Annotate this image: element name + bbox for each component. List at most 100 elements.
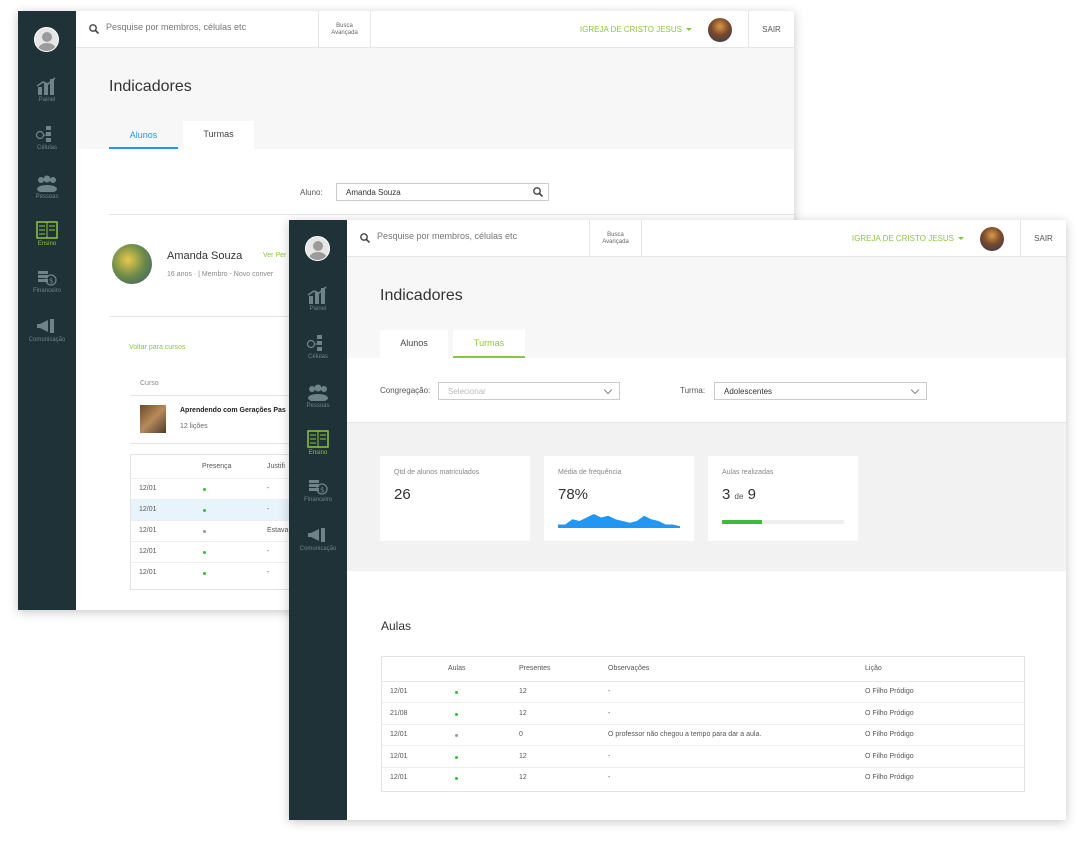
sidebar: Painel Células Pessoas Ensino Financeiro…: [18, 11, 76, 610]
sidebar-item-label: Ensino: [308, 450, 328, 456]
page-title: Indicadores: [109, 78, 192, 95]
justification-cell: Estava: [267, 527, 289, 534]
logout-button[interactable]: SAIR: [748, 11, 794, 48]
people-icon: [37, 175, 57, 192]
sidebar-item-celulas[interactable]: Células: [18, 125, 76, 151]
stat-value: 3 de 9: [722, 486, 756, 503]
page-header: Indicadores Alunos Turmas: [347, 257, 1066, 358]
lesson-dot: [455, 713, 458, 716]
date-cell: 12/01: [139, 527, 157, 534]
licao-cell: O Filho Pródigo: [865, 753, 914, 760]
date-cell: 12/01: [390, 731, 408, 738]
view-profile-link[interactable]: Ver Per: [263, 252, 286, 259]
student-meta: 16 anos · | Membro - Novo conver: [167, 271, 274, 278]
aulas-total: 9: [747, 486, 756, 503]
church-selector[interactable]: IGREJA DE CRISTO JESUS: [580, 25, 692, 34]
stats-panel: Qtd de alunos matriculados 26 Média de f…: [347, 423, 1066, 571]
congregacao-select[interactable]: Selecionar: [438, 382, 620, 400]
observacoes-cell: -: [608, 688, 611, 695]
sidebar-item-label: Ensino: [37, 241, 57, 247]
church-avatar[interactable]: [980, 227, 1004, 251]
table-row[interactable]: 12/01 12 - O Filho Pródigo: [382, 768, 1024, 789]
column-header: Presentes: [519, 665, 551, 672]
sidebar-item-label: Painel: [38, 97, 56, 103]
search-icon[interactable]: [360, 233, 370, 243]
search-input[interactable]: [106, 22, 306, 32]
book-icon: [307, 430, 329, 448]
stat-value: 26: [394, 486, 411, 503]
sidebar-item-financeiro[interactable]: Financeiro: [289, 477, 347, 503]
sidebar-item-label: Células: [307, 354, 328, 360]
church-selector[interactable]: IGREJA DE CRISTO JESUS: [852, 234, 964, 243]
search-icon[interactable]: [89, 24, 99, 34]
people-icon: [308, 384, 328, 401]
frequency-sparkline: [558, 514, 680, 528]
sidebar-item-pessoas[interactable]: Pessoas: [18, 174, 76, 200]
sidebar-item-label: Financeiro: [32, 288, 61, 294]
sidebar-item-label: Células: [36, 145, 57, 151]
date-cell: 12/01: [139, 485, 157, 492]
church-avatar[interactable]: [708, 18, 732, 42]
search-input[interactable]: [377, 231, 577, 241]
table-header-row: Aulas Presentes Observações Lição: [382, 657, 1024, 682]
sidebar-item-ensino[interactable]: Ensino: [18, 221, 76, 247]
observacoes-cell: -: [608, 753, 611, 760]
table-row[interactable]: 12/01 0 O professor não chegou a tempo p…: [382, 725, 1024, 746]
sidebar-item-financeiro[interactable]: Financeiro: [18, 268, 76, 294]
sidebar-item-pessoas[interactable]: Pessoas: [289, 383, 347, 409]
table-row[interactable]: 21/08 12 - O Filho Pródigo: [382, 704, 1024, 725]
front-window: Painel Células Pessoas Ensino Financeiro…: [289, 220, 1066, 820]
stat-label: Média de frequência: [558, 469, 622, 476]
logout-button[interactable]: SAIR: [1020, 220, 1066, 257]
advanced-search-label: Avançada: [331, 30, 358, 36]
column-header: Justifi: [267, 463, 285, 470]
presence-dot: [203, 572, 206, 575]
sidebar-item-comunicacao[interactable]: Comunicação: [18, 317, 76, 343]
observacoes-cell: -: [608, 710, 611, 717]
sidebar-item-painel[interactable]: Painel: [18, 77, 76, 103]
aulas-done: 3: [722, 486, 731, 503]
caret-down-icon: [686, 28, 692, 32]
lessons-table: Aulas Presentes Observações Lição 12/01 …: [381, 656, 1025, 792]
stat-card-frequencia: Média de frequência 78%: [544, 456, 694, 541]
cells-icon: [307, 334, 323, 352]
tab-alunos[interactable]: Alunos: [109, 122, 178, 149]
turma-label: Turma:: [680, 386, 706, 395]
sidebar-item-comunicacao[interactable]: Comunicação: [289, 526, 347, 552]
topbar: Busca Avançada IGREJA DE CRISTO JESUS SA…: [76, 11, 794, 48]
sidebar-item-label: Painel: [309, 306, 327, 312]
advanced-search-label: Busca: [336, 23, 353, 29]
licao-cell: O Filho Pródigo: [865, 710, 914, 717]
sidebar-item-painel[interactable]: Painel: [289, 286, 347, 312]
table-row[interactable]: 12/01 12 - O Filho Pródigo: [382, 747, 1024, 768]
licao-cell: O Filho Pródigo: [865, 688, 914, 695]
user-avatar[interactable]: [34, 27, 59, 52]
aluno-input[interactable]: Amanda Souza: [336, 183, 549, 201]
tab-turmas[interactable]: Turmas: [453, 330, 525, 358]
course-title[interactable]: Aprendendo com Gerações Pas: [180, 407, 286, 414]
tab-alunos[interactable]: Alunos: [380, 330, 448, 358]
course-lessons: 12 lições: [180, 423, 208, 430]
advanced-search-button[interactable]: Busca Avançada: [318, 11, 371, 48]
search-icon: [533, 187, 543, 197]
congregacao-label: Congregação:: [380, 386, 431, 395]
presence-dot: [203, 488, 206, 491]
user-avatar[interactable]: [305, 236, 330, 261]
back-to-courses-link[interactable]: Voltar para cursos: [129, 344, 185, 351]
turma-select[interactable]: Adolescentes: [714, 382, 927, 400]
chevron-down-icon: [603, 385, 613, 395]
stat-label: Qtd de alunos matriculados: [394, 469, 480, 476]
observacoes-cell: O professor não chegou a tempo para dar …: [608, 731, 762, 738]
chart-icon: [307, 286, 327, 304]
stat-card-aulas: Aulas realizadas 3 de 9: [708, 456, 858, 541]
church-name: IGREJA DE CRISTO JESUS: [851, 234, 954, 243]
advanced-search-button[interactable]: Busca Avançada: [589, 220, 642, 257]
date-cell: 12/01: [390, 753, 408, 760]
sidebar: Painel Células Pessoas Ensino Financeiro…: [289, 220, 347, 820]
table-row[interactable]: 12/01 12 - O Filho Pródigo: [382, 682, 1024, 703]
sidebar-item-ensino[interactable]: Ensino: [289, 430, 347, 456]
sidebar-item-celulas[interactable]: Células: [289, 334, 347, 360]
presentes-cell: 12: [519, 710, 527, 717]
aluno-label: Aluno:: [300, 188, 323, 197]
tab-turmas[interactable]: Turmas: [183, 121, 254, 149]
